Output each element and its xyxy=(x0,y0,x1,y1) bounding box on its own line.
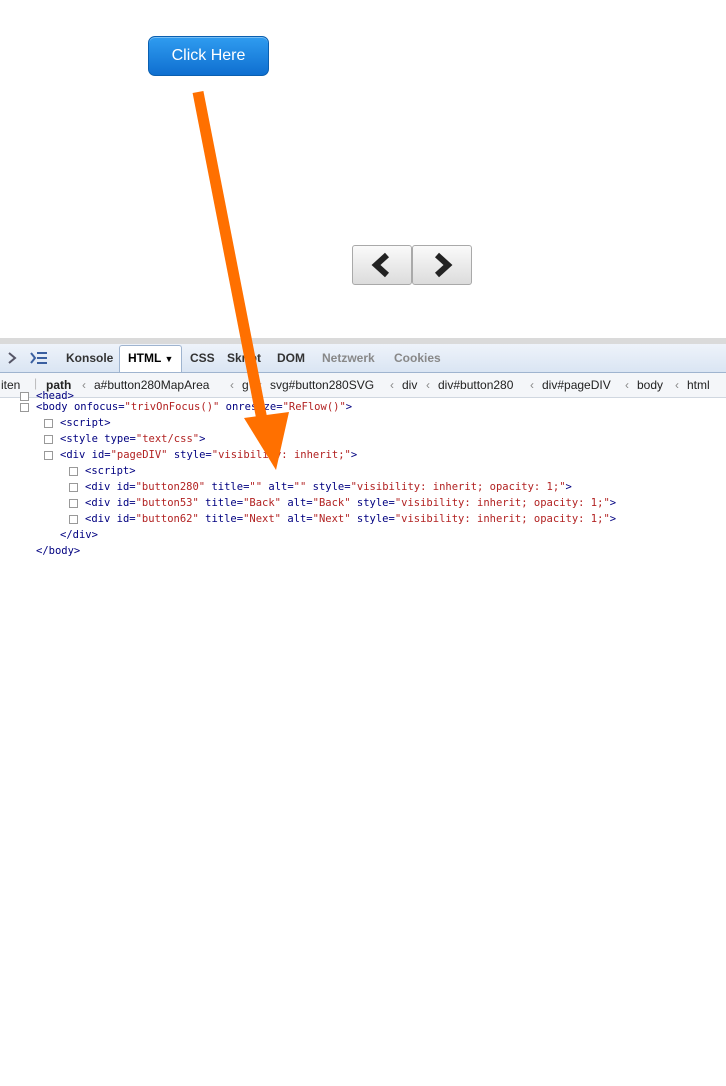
back-button[interactable] xyxy=(352,245,412,285)
breadcrumb-item[interactable]: div#button280 xyxy=(438,378,513,392)
tree-node-body-close: </body> xyxy=(36,545,81,557)
dropdown-arrow-icon[interactable]: ▼ xyxy=(164,354,173,364)
expand-toggle-icon[interactable] xyxy=(69,483,78,492)
expand-toggle-icon[interactable] xyxy=(44,435,53,444)
expand-toggle-icon[interactable] xyxy=(44,419,53,428)
tab-html[interactable]: HTML ▼ xyxy=(119,345,183,372)
breadcrumb-lead-text: iten xyxy=(1,378,21,392)
breadcrumb-separator-icon: ‹ xyxy=(426,378,430,392)
breadcrumb-item[interactable]: a#button280MapArea xyxy=(94,378,209,392)
devtools-tabbar: Konsole HTML ▼ CSS Skript DOM Netzwerk C… xyxy=(0,344,726,373)
breadcrumb-item[interactable]: html xyxy=(687,378,710,392)
page-area: Click Here xyxy=(0,0,726,338)
breadcrumb-separator-icon: ‹ xyxy=(390,378,394,392)
breadcrumb-separator-icon: ‹ xyxy=(625,378,629,392)
tree-node-style[interactable]: <style type="text/css"> xyxy=(60,431,205,447)
breadcrumb-item[interactable]: svg#button280SVG xyxy=(270,378,374,392)
click-here-button[interactable]: Click Here xyxy=(148,36,269,76)
tab-html-label: HTML xyxy=(128,351,162,365)
chevron-right-icon[interactable] xyxy=(6,352,18,364)
tree-node-button62[interactable]: <div id="button62" title="Next" alt="Nex… xyxy=(85,511,616,527)
tab-cookies[interactable]: Cookies xyxy=(394,351,441,365)
breadcrumb-item[interactable]: g xyxy=(242,378,249,392)
tab-skript[interactable]: Skript xyxy=(227,351,261,365)
breadcrumb-separator-icon: ‹ xyxy=(675,378,679,392)
tree-node-button53[interactable]: <div id="button53" title="Back" alt="Bac… xyxy=(85,495,616,511)
expand-toggle-icon[interactable] xyxy=(20,392,29,401)
tree-node-script[interactable]: <script> xyxy=(85,463,136,479)
chevron-left-icon xyxy=(371,252,390,278)
tree-node-body[interactable]: <body onfocus="trivOnFocus()" onresize="… xyxy=(36,399,352,415)
breadcrumb-separator-icon: ‹ xyxy=(530,378,534,392)
tree-node-div-close: </div> xyxy=(60,529,98,541)
command-line-icon[interactable] xyxy=(30,351,48,365)
breadcrumb: iten | path ‹ a#button280MapArea ‹ g ‹ s… xyxy=(0,373,726,398)
breadcrumb-item[interactable]: div xyxy=(402,378,417,392)
expand-toggle-icon[interactable] xyxy=(69,499,78,508)
breadcrumb-item[interactable]: div#pageDIV xyxy=(542,378,611,392)
next-button[interactable] xyxy=(412,245,472,285)
expand-toggle-icon[interactable] xyxy=(69,467,78,476)
tab-css[interactable]: CSS xyxy=(190,351,215,365)
chevron-right-icon xyxy=(434,252,453,278)
tree-node-script[interactable]: <script> xyxy=(60,415,111,431)
breadcrumb-separator-icon: ‹ xyxy=(82,378,86,392)
breadcrumb-item[interactable]: body xyxy=(637,378,663,392)
breadcrumb-separator-icon: ‹ xyxy=(258,378,262,392)
breadcrumb-separator-icon: ‹ xyxy=(230,378,234,392)
collapse-toggle-icon[interactable] xyxy=(44,451,53,460)
collapse-toggle-icon[interactable] xyxy=(20,403,29,412)
devtools-panel: Konsole HTML ▼ CSS Skript DOM Netzwerk C… xyxy=(0,338,726,569)
tab-konsole[interactable]: Konsole xyxy=(66,351,113,365)
tree-node-pagediv[interactable]: <div id="pageDIV" style="visibility: inh… xyxy=(60,447,357,463)
tree-node-button280[interactable]: <div id="button280" title="" alt="" styl… xyxy=(85,479,572,495)
tab-netzwerk[interactable]: Netzwerk xyxy=(322,351,375,365)
expand-toggle-icon[interactable] xyxy=(69,515,78,524)
html-tree: <head> <body onfocus="trivOnFocus()" onr… xyxy=(0,390,726,569)
tab-dom[interactable]: DOM xyxy=(277,351,305,365)
